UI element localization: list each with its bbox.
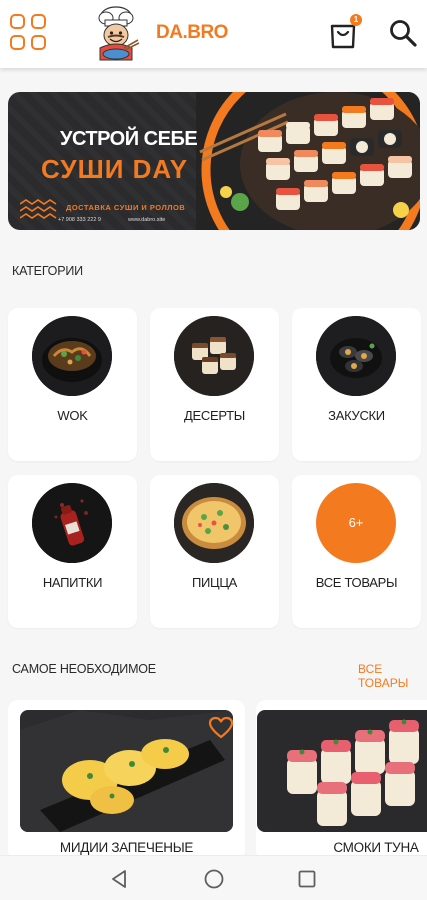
zigzag-decoration [20,199,57,219]
banner-phone: +7 908 333 222 9 [58,217,101,223]
product-card-mussels[interactable]: МИДИИ ЗАПЕЧЕНЫЕ [8,700,245,860]
cart-count-badge: 1 [350,14,362,26]
category-card-snacks[interactable]: ЗАКУСКИ [292,308,421,461]
drinks-image [32,483,112,563]
pizza-image [174,483,254,563]
banner-title-line2: СУШИ DAY [41,154,189,184]
product-name: МИДИИ ЗАПЕЧЕНЫЕ [59,840,194,855]
more-count-badge: 6+ [316,483,396,563]
category-label: WOK [57,408,88,423]
category-label: НАПИТКИ [42,575,103,590]
category-card-all-products[interactable]: 6+ ВСЕ ТОВАРЫ [292,475,421,628]
search-icon[interactable] [388,18,418,48]
category-label: ЗАКУСКИ [328,408,385,423]
category-label: ДЕСЕРТЫ [184,408,245,423]
app-header: DA.BRO 1 [0,0,427,68]
recents-square-icon[interactable] [296,868,318,890]
system-navbar [0,855,427,900]
category-card-desserts[interactable]: ДЕСЕРТЫ [150,308,279,461]
brand-name: DA.BRO [156,22,228,43]
home-circle-icon[interactable] [203,868,225,890]
categories-title: КАТЕГОРИИ [12,264,83,278]
category-label: ВСЕ ТОВАРЫ [315,575,398,590]
banner-site: www.dabro.site [128,217,166,223]
banner-title-line1: УСТРОЙ СЕБЕ [60,128,198,150]
promo-banner[interactable]: УСТРОЙ СЕБЕ СУШИ DAY ДОСТАВКА СУШИ И РОЛ… [8,92,420,230]
menu-grid-icon[interactable] [10,14,48,52]
sushi-platter-image [196,92,420,230]
mussels-image [20,710,233,832]
category-card-wok[interactable]: WOK [8,308,137,461]
category-card-pizza[interactable]: ПИЦЦА [150,475,279,628]
chef-logo [98,6,140,61]
product-name: СМОКИ ТУНА [333,840,419,855]
smoky-tuna-image [257,710,427,832]
essentials-title: САМОЕ НЕОБХОДИМОЕ [12,662,156,676]
banner-subtitle: ДОСТАВКА СУШИ И РОЛЛОВ [66,203,186,212]
product-card-smoky-tuna[interactable]: СМОКИ ТУНА [256,700,427,860]
desserts-image [174,316,254,396]
wok-image [32,316,112,396]
see-all-link[interactable]: ВСЕ ТОВАРЫ [358,662,427,690]
category-label: ПИЦЦА [191,575,238,590]
heart-icon[interactable] [208,716,234,740]
snacks-image [316,316,396,396]
back-triangle-icon[interactable] [108,868,130,890]
category-card-drinks[interactable]: НАПИТКИ [8,475,137,628]
